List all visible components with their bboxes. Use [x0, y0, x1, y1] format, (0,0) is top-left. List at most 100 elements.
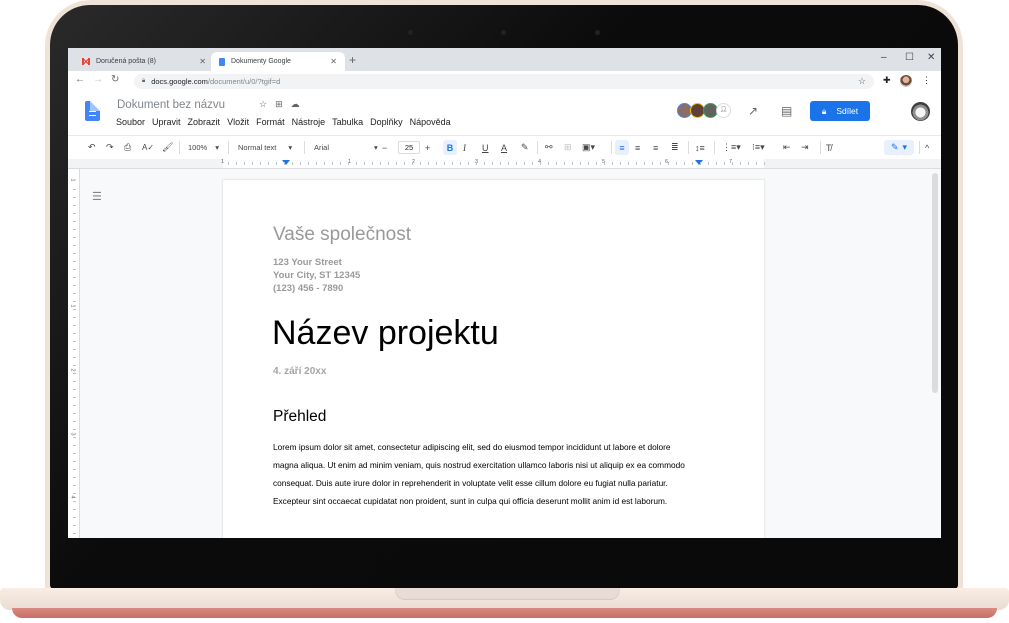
- document-title[interactable]: Dokument bez názvu: [117, 99, 225, 111]
- vertical-scrollbar[interactable]: [932, 173, 938, 393]
- ruler-tick: [73, 397, 76, 398]
- italic-button[interactable]: I: [463, 140, 466, 155]
- highlight-color-icon[interactable]: ✎: [521, 140, 529, 155]
- ruler-tick: [692, 162, 693, 165]
- style-select[interactable]: Normal text ▾: [238, 140, 292, 155]
- insert-link-icon[interactable]: ⚯: [545, 140, 553, 155]
- ruler-label: 3: [69, 432, 76, 436]
- zoom-select[interactable]: 100% ▾: [188, 140, 219, 155]
- print-icon[interactable]: ⎙: [124, 140, 131, 155]
- clear-formatting-icon[interactable]: T̸: [826, 140, 832, 155]
- menu-file[interactable]: Soubor: [116, 117, 145, 127]
- account-avatar[interactable]: [911, 102, 930, 121]
- ruler-tick: [684, 162, 685, 165]
- menu-tools[interactable]: Nástroje: [292, 117, 326, 127]
- right-indent-marker[interactable]: [695, 160, 703, 165]
- style-value: Normal text: [238, 143, 277, 152]
- horizontal-ruler[interactable]: 1 1 2 3 4 5 6 7: [68, 159, 941, 169]
- decrease-font-size-button[interactable]: −: [382, 140, 387, 155]
- menu-addons[interactable]: Doplňky: [370, 117, 403, 127]
- more-menu-icon[interactable]: ⋮: [922, 75, 931, 86]
- share-button[interactable]: 🔒︎ Sdílet: [810, 101, 870, 121]
- ruler-label: 1: [69, 304, 76, 308]
- profile-avatar[interactable]: [900, 75, 912, 87]
- ruler-label: 2: [69, 368, 76, 372]
- ruler-tick: [73, 461, 76, 462]
- ruler-tick: [73, 197, 76, 198]
- decrease-indent-icon[interactable]: ⇤: [783, 140, 791, 155]
- activity-trend-icon[interactable]: ↗: [748, 104, 758, 118]
- bold-button[interactable]: B: [443, 140, 457, 155]
- ruler-tick: [73, 477, 76, 478]
- company-address: 123 Your Street Your City, ST 12345 (123…: [273, 256, 360, 295]
- font-size-input[interactable]: 25: [398, 141, 420, 154]
- extensions-icon[interactable]: ✚: [883, 75, 891, 86]
- address-line: Your City, ST 12345: [273, 270, 361, 281]
- line-spacing-icon[interactable]: ↕≡: [695, 140, 705, 155]
- back-icon[interactable]: ←: [75, 74, 85, 85]
- docs-logo-icon[interactable]: [85, 101, 100, 121]
- paint-format-icon[interactable]: 🖌︎: [162, 140, 173, 155]
- document-page[interactable]: Vaše společnost 123 Your Street Your Cit…: [223, 180, 764, 538]
- minimize-button[interactable]: ‒: [881, 52, 887, 63]
- cloud-saved-icon[interactable]: ☁: [291, 99, 300, 110]
- document-outline-icon[interactable]: ☰: [92, 190, 102, 203]
- font-value: Arial: [314, 143, 330, 152]
- insert-image-icon[interactable]: ▣▾: [582, 140, 595, 155]
- ruler-tick: [73, 413, 76, 414]
- tab-gmail[interactable]: Doručená pošta (8) ✕: [74, 52, 214, 71]
- dropdown-arrow-icon: ▾: [902, 142, 908, 152]
- align-right-button[interactable]: ≡: [653, 140, 658, 155]
- ruler-tick: [708, 162, 709, 165]
- align-center-button[interactable]: ≡: [635, 140, 640, 155]
- font-select[interactable]: Arial ▾: [314, 140, 378, 155]
- new-tab-button[interactable]: +: [349, 53, 356, 67]
- bulleted-list-icon[interactable]: ⁝≡▾: [752, 140, 765, 155]
- menu-help[interactable]: Nápověda: [410, 117, 451, 127]
- menu-table[interactable]: Tabulka: [332, 117, 363, 127]
- maximize-button[interactable]: ☐: [905, 52, 914, 63]
- editing-mode-button[interactable]: ✎ ▾: [884, 140, 914, 155]
- camera-dot: [501, 30, 506, 35]
- increase-font-size-button[interactable]: +: [425, 140, 430, 155]
- spellcheck-icon[interactable]: A✓: [142, 140, 154, 155]
- forward-icon[interactable]: →: [93, 74, 103, 85]
- vertical-ruler[interactable]: 1 1 2 3 4: [68, 169, 80, 538]
- ruler-tick: [73, 405, 76, 406]
- ruler-tick: [73, 437, 76, 438]
- tab-docs[interactable]: Dokumenty Google ✕: [211, 52, 345, 71]
- close-window-button[interactable]: ✕: [927, 52, 935, 63]
- star-icon[interactable]: ☆: [259, 99, 267, 110]
- ruler-tick: [732, 162, 733, 165]
- undo-icon[interactable]: ↶: [88, 140, 96, 155]
- justify-button[interactable]: ≣: [671, 140, 679, 155]
- toolbar-divider: [611, 141, 612, 154]
- numbered-list-icon[interactable]: ⋮≡▾: [722, 140, 741, 155]
- menu-insert[interactable]: Vložit: [227, 117, 249, 127]
- close-tab-icon[interactable]: ✕: [199, 57, 206, 66]
- more-collaborators-icon[interactable]: 👤︎: [716, 103, 731, 118]
- ruler-tick: [73, 253, 76, 254]
- menu-edit[interactable]: Upravit: [152, 117, 181, 127]
- align-left-button[interactable]: ≡: [615, 140, 629, 155]
- redo-icon[interactable]: ↷: [106, 140, 114, 155]
- url-input[interactable]: 🔒︎ docs.google.com /document/u/0/?tgif=d…: [134, 74, 874, 89]
- pencil-icon: ✎: [890, 142, 899, 152]
- move-folder-icon[interactable]: ⊞: [275, 99, 283, 110]
- underline-button[interactable]: U: [482, 140, 489, 155]
- collapse-menus-icon[interactable]: ^: [925, 140, 929, 155]
- ruler-tick: [73, 213, 76, 214]
- close-tab-icon[interactable]: ✕: [330, 57, 337, 66]
- text-color-button[interactable]: A: [501, 140, 507, 155]
- add-comment-icon[interactable]: ⊞: [564, 140, 572, 155]
- reload-icon[interactable]: ↻: [111, 74, 119, 85]
- address-line: (123) 456 - 7890: [273, 283, 344, 294]
- ruler-tick: [476, 162, 477, 165]
- bookmark-star-icon[interactable]: ☆: [858, 76, 866, 87]
- ruler-tick: [628, 162, 629, 165]
- menu-view[interactable]: Zobrazit: [188, 117, 221, 127]
- comments-icon[interactable]: ▤: [781, 104, 792, 118]
- ruler-tick: [540, 162, 541, 165]
- menu-format[interactable]: Formát: [256, 117, 285, 127]
- increase-indent-icon[interactable]: ⇥: [801, 140, 809, 155]
